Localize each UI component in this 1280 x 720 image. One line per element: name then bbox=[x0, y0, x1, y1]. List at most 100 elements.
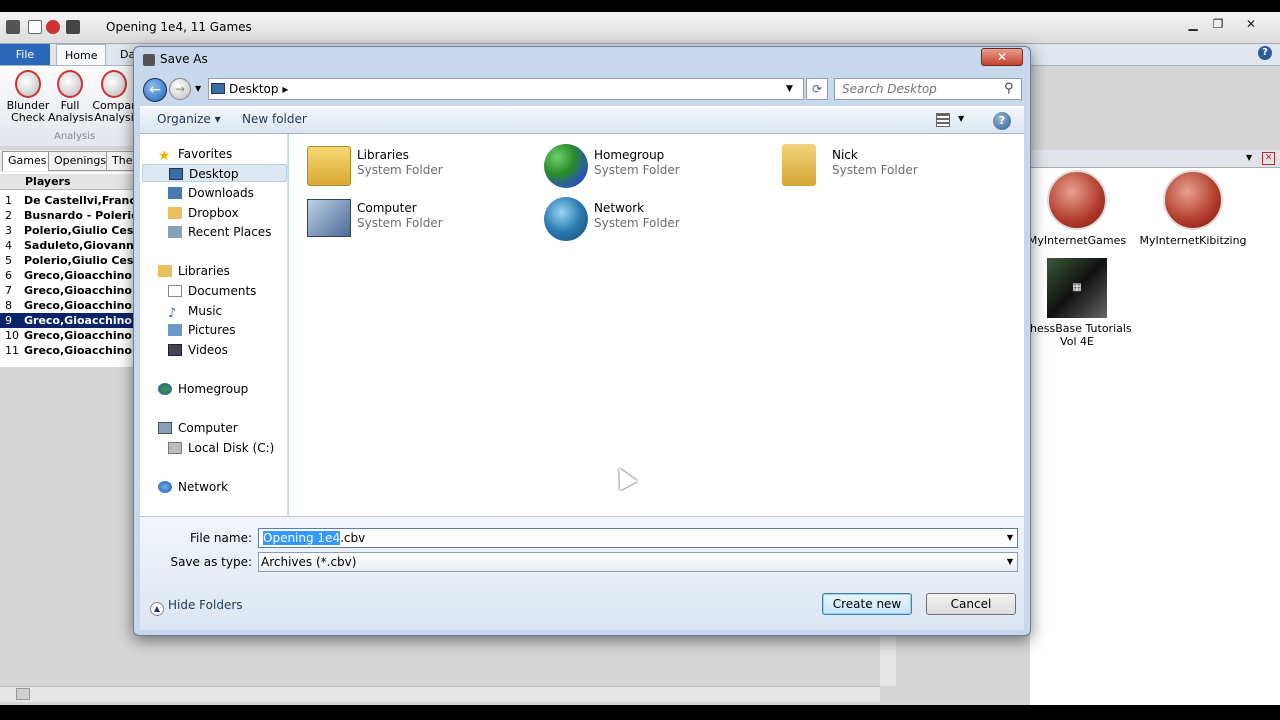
database-panel-bar bbox=[1030, 150, 1280, 168]
collapse-icon: ▲ bbox=[150, 602, 164, 616]
folder-icon bbox=[168, 207, 182, 219]
game-players: Greco,Gioacchino - N bbox=[24, 329, 135, 342]
file-name-input[interactable]: Opening 1e4.cbv ▼ bbox=[258, 528, 1018, 548]
hide-folders-button[interactable]: ▲ Hide Folders bbox=[150, 598, 243, 616]
nav-favorites[interactable]: ★ Favorites bbox=[158, 145, 233, 164]
database-chessbase-tutorials[interactable]: ▦ ChessBase Tutorials Vol 4E bbox=[1022, 258, 1132, 348]
cancel-button[interactable]: Cancel bbox=[926, 593, 1016, 615]
app-icon bbox=[6, 20, 20, 34]
tab-openings[interactable]: Openings bbox=[48, 151, 113, 171]
close-window-button[interactable]: ✕ bbox=[1238, 15, 1264, 33]
organize-button[interactable]: Organize ▾ bbox=[157, 112, 221, 126]
game-number: 10 bbox=[5, 329, 19, 342]
table-row[interactable]: 3 Polerio,Giulio Cesare bbox=[0, 223, 135, 238]
save-type-select[interactable]: Archives (*.cbv) ▼ bbox=[258, 552, 1018, 572]
players-column-header[interactable]: Players bbox=[0, 174, 135, 190]
scrollbar-thumb[interactable] bbox=[16, 688, 30, 700]
help-button[interactable]: ? bbox=[993, 112, 1011, 130]
print-icon[interactable] bbox=[66, 20, 80, 34]
maximize-button[interactable]: ❐ bbox=[1205, 15, 1231, 33]
panel-close-icon[interactable]: ✕ bbox=[1262, 152, 1275, 165]
table-row[interactable]: 11 Greco,Gioacchino - N bbox=[0, 343, 135, 358]
back-button[interactable]: ← bbox=[143, 78, 167, 102]
search-input[interactable] bbox=[834, 78, 1022, 100]
table-row[interactable]: 5 Polerio,Giulio Cesare bbox=[0, 253, 135, 268]
tab-file[interactable]: File bbox=[0, 44, 50, 65]
file-name-dropdown-icon[interactable]: ▼ bbox=[1007, 529, 1013, 547]
arrow-right-icon: → bbox=[174, 82, 186, 96]
horizontal-scrollbar[interactable] bbox=[0, 686, 880, 702]
table-row[interactable]: 9 Greco,Gioacchino - N bbox=[0, 313, 135, 328]
game-players: Greco,Gioacchino - N bbox=[24, 269, 135, 282]
nav-videos[interactable]: Videos bbox=[168, 341, 228, 359]
item-network[interactable]: Network System Folder bbox=[544, 197, 764, 247]
app-help-icon[interactable]: ? bbox=[1258, 46, 1272, 60]
nav-dropbox[interactable]: Dropbox bbox=[168, 204, 239, 222]
nav-homegroup[interactable]: Homegroup bbox=[158, 380, 248, 398]
view-dropdown-icon[interactable]: ▼ bbox=[958, 114, 964, 123]
blunder-check-button[interactable]: Blunder Check bbox=[6, 70, 50, 124]
new-icon[interactable] bbox=[28, 20, 42, 34]
nav-network[interactable]: Network bbox=[158, 478, 228, 496]
item-homegroup[interactable]: Homegroup System Folder bbox=[544, 144, 764, 194]
nav-documents[interactable]: Documents bbox=[168, 282, 256, 300]
nav-desktop[interactable]: Desktop bbox=[142, 164, 287, 182]
nav-downloads[interactable]: Downloads bbox=[168, 184, 254, 202]
nav-label: Network bbox=[178, 480, 229, 494]
nav-pictures[interactable]: Pictures bbox=[168, 321, 236, 339]
game-players: De Castellvi,Francisco bbox=[24, 194, 135, 207]
forward-button[interactable]: → bbox=[169, 78, 191, 100]
computer-icon bbox=[158, 422, 172, 434]
compare-analysis-button[interactable]: Compar Analysi bbox=[92, 70, 136, 124]
new-folder-button[interactable]: New folder bbox=[242, 112, 307, 126]
minimize-button[interactable]: ▁ bbox=[1180, 15, 1206, 33]
panel-dropdown-icon[interactable]: ▼ bbox=[1246, 153, 1252, 162]
tab-home[interactable]: Home bbox=[56, 44, 107, 65]
create-new-button[interactable]: Create new bbox=[822, 593, 912, 615]
table-row[interactable]: 10 Greco,Gioacchino - N bbox=[0, 328, 135, 343]
table-row[interactable]: 4 Saduleto,Giovanni - bbox=[0, 238, 135, 253]
item-computer[interactable]: Computer System Folder bbox=[307, 197, 527, 247]
game-number: 1 bbox=[5, 194, 12, 207]
libraries-icon bbox=[158, 265, 172, 277]
full-analysis-button[interactable]: Full Analysis bbox=[48, 70, 93, 124]
table-row[interactable]: 2 Busnardo - Polerio,G bbox=[0, 208, 135, 223]
item-nick[interactable]: Nick System Folder bbox=[782, 144, 1002, 194]
nav-label: Pictures bbox=[188, 323, 236, 337]
nav-label: Homegroup bbox=[178, 382, 249, 396]
item-name: Nick bbox=[832, 148, 858, 162]
recent-locations-dropdown[interactable]: ▼ bbox=[195, 84, 201, 93]
dialog-title: Save As bbox=[160, 52, 208, 66]
address-bar[interactable]: Desktop ▸ bbox=[208, 78, 804, 100]
user-folder-icon bbox=[782, 144, 816, 186]
item-libraries[interactable]: Libraries System Folder bbox=[307, 144, 527, 194]
tab-games[interactable]: Games bbox=[2, 151, 53, 171]
nav-computer[interactable]: Computer bbox=[158, 419, 238, 437]
vertical-scrollbar[interactable] bbox=[880, 636, 896, 686]
table-row[interactable]: 7 Greco,Gioacchino - N bbox=[0, 283, 135, 298]
table-row[interactable]: 8 Greco,Gioacchino - N bbox=[0, 298, 135, 313]
full-analysis-icon bbox=[57, 70, 83, 98]
nav-local-disk[interactable]: Local Disk (C:) bbox=[168, 439, 274, 457]
app-title: Opening 1e4, 11 Games bbox=[106, 20, 252, 34]
nav-label: Favorites bbox=[178, 147, 233, 161]
nav-libraries[interactable]: Libraries bbox=[158, 262, 230, 280]
game-number: 8 bbox=[5, 299, 12, 312]
table-row[interactable]: 1 De Castellvi,Francisco bbox=[0, 193, 135, 208]
breadcrumb-chevron-icon[interactable]: ▸ bbox=[282, 82, 288, 96]
refresh-button[interactable]: ⟳ bbox=[806, 78, 828, 100]
nav-recent-places[interactable]: Recent Places bbox=[168, 223, 271, 241]
item-type: System Folder bbox=[594, 163, 680, 177]
game-number: 5 bbox=[5, 254, 12, 267]
nav-music[interactable]: ♪ Music bbox=[168, 302, 222, 321]
table-row[interactable]: 6 Greco,Gioacchino - N bbox=[0, 268, 135, 283]
database-myinternetkibitzing[interactable]: MyInternetKibitzing bbox=[1138, 170, 1248, 247]
nav-label: Recent Places bbox=[188, 225, 272, 239]
dialog-close-button[interactable]: ✕ bbox=[981, 48, 1023, 66]
open-icon[interactable] bbox=[46, 20, 60, 34]
change-view-icon[interactable] bbox=[936, 113, 950, 127]
database-myinternetgames[interactable]: MyInternetGames bbox=[1022, 170, 1132, 247]
search-icon[interactable]: ⚲ bbox=[1004, 81, 1014, 96]
address-segment-desktop[interactable]: Desktop bbox=[229, 82, 279, 96]
address-dropdown-icon[interactable]: ▼ bbox=[786, 84, 793, 94]
